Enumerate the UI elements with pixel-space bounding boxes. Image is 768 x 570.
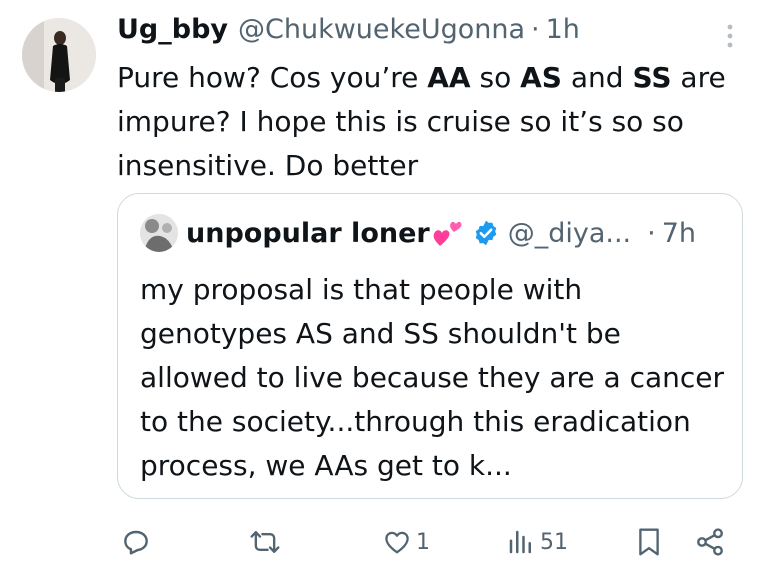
quoted-display-name[interactable]: unpopular loner [186,218,430,249]
more-options-icon[interactable] [720,22,740,50]
quoted-header: unpopular loner @_diya... · 7h [186,214,696,252]
separator-dot: · [531,14,540,45]
user-handle[interactable]: @ChukwuekeUgonna [238,14,525,45]
quoted-handle[interactable]: @_diya... [508,218,631,249]
views-icon [509,530,531,554]
bookmark-button[interactable] [634,522,664,562]
quoted-tweet-text: my proposal is that people with genotype… [140,273,725,482]
retweet-icon [250,531,280,553]
share-button[interactable] [694,522,726,562]
quoted-timestamp[interactable]: 7h [662,218,696,249]
tweet-text-bold: AS [520,61,562,94]
tweet-header: Ug_bby @ChukwuekeUgonna · 1h [117,14,580,50]
share-icon [697,528,723,556]
display-name[interactable]: Ug_bby [117,14,228,45]
tweet-text-part: Pure how? Cos you’re [117,61,428,94]
views-count: 51 [540,529,568,555]
tweet-text-bold: AA [427,61,471,94]
quoted-separator-dot: · [647,217,656,249]
two-hearts-emoji-icon [433,221,462,246]
avatar[interactable] [22,18,96,92]
tweet: Ug_bby @ChukwuekeUgonna · 1h Pure how? C… [0,0,768,570]
reply-button[interactable] [120,522,152,562]
bookmark-icon [639,528,659,556]
like-count: 1 [416,529,430,555]
heart-icon [385,531,409,554]
avatar-image [22,18,96,92]
retweet-button[interactable] [248,522,282,562]
views-button[interactable]: 51 [506,522,568,562]
tweet-text-bold: SS [632,61,672,94]
action-bar: 1 51 [0,522,768,562]
quoted-avatar[interactable] [140,214,178,252]
tweet-text-part: so [470,61,521,94]
quoted-tweet[interactable]: unpopular loner @_diya... · 7h my propos… [117,193,743,499]
tweet-text-part: and [561,61,633,94]
like-button[interactable]: 1 [382,522,430,562]
quoted-avatar-image [140,214,178,252]
reply-icon [124,530,148,555]
timestamp[interactable]: 1h [546,14,580,45]
tweet-text: Pure how? Cos you’re AA so AS and SS are… [117,56,747,188]
verified-badge-icon [475,220,496,246]
